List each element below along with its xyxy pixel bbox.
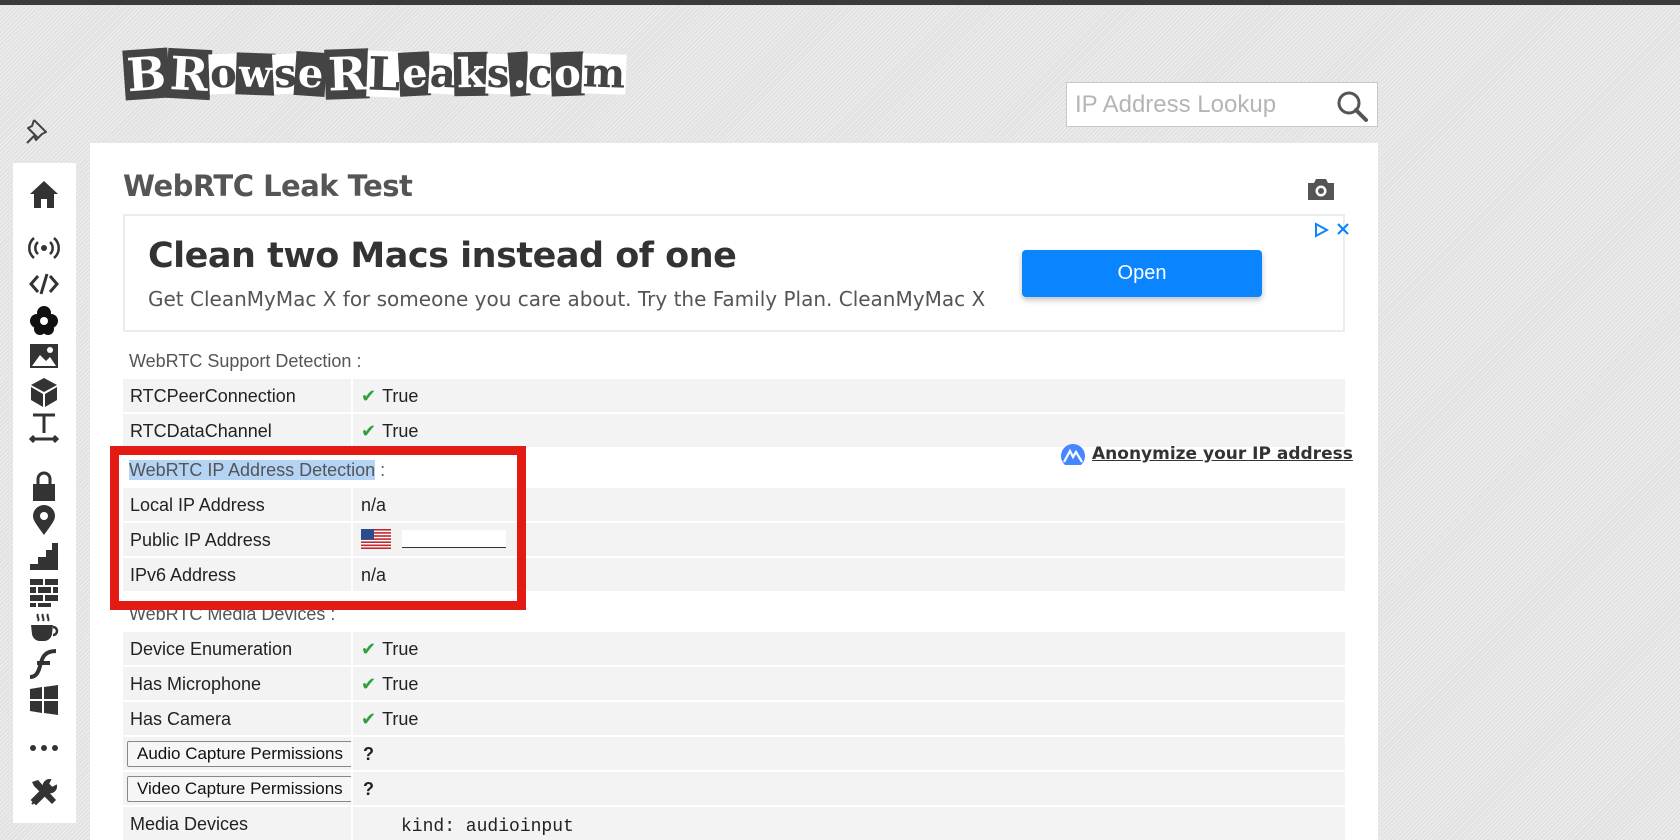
table-row: Device Enumeration ✔ True <box>123 632 1345 665</box>
ad-title: Clean two Macs instead of one <box>148 236 737 276</box>
ad-close-icon[interactable] <box>1335 221 1351 237</box>
video-capture-permissions-button[interactable]: Video Capture Permissions <box>127 776 353 802</box>
stairs-icon[interactable] <box>27 539 61 573</box>
text-size-icon[interactable] <box>27 411 61 445</box>
location-pin-icon[interactable] <box>27 503 61 537</box>
permission-status: ? <box>363 744 374 764</box>
site-logo[interactable]: B R o w s e R L e a k s . c o m <box>122 32 644 116</box>
row-value: True <box>382 639 419 659</box>
ad-choices-icon[interactable] <box>1313 222 1330 238</box>
anonymize-link[interactable]: Anonymize your IP address <box>1060 443 1353 465</box>
flash-icon[interactable] <box>27 647 61 681</box>
camera-icon[interactable] <box>1306 175 1336 203</box>
vpn-logo-icon <box>1061 444 1085 465</box>
check-icon: ✔ <box>361 386 377 406</box>
table-row: Has Camera ✔ True <box>123 702 1345 735</box>
highlight-box <box>110 446 526 610</box>
row-value: True <box>382 386 419 406</box>
table-row: Audio Capture Permissions ? <box>123 737 1345 770</box>
row-label: Has Camera <box>130 709 232 729</box>
row-label: RTCDataChannel <box>130 421 272 441</box>
table-row: RTCPeerConnection ✔ True <box>123 379 1345 412</box>
code-icon[interactable] <box>27 267 61 301</box>
check-icon: ✔ <box>361 421 377 441</box>
cube-icon[interactable] <box>27 375 61 409</box>
row-value: True <box>382 421 419 441</box>
row-label: Has Microphone <box>130 674 262 694</box>
row-value: True <box>382 674 419 694</box>
home-icon[interactable] <box>27 177 61 211</box>
flower-icon[interactable] <box>27 303 61 337</box>
pin-icon[interactable] <box>22 116 56 150</box>
row-label: Media Devices <box>130 814 249 834</box>
image-icon[interactable] <box>27 339 61 373</box>
tools-icon[interactable] <box>27 775 61 809</box>
table-row: Media Devices kind: audioinput <box>123 807 1345 840</box>
row-label: RTCPeerConnection <box>130 386 296 406</box>
windows-icon[interactable] <box>27 683 61 717</box>
row-label: Device Enumeration <box>130 639 293 659</box>
ip-lookup-input[interactable] <box>1067 90 1317 119</box>
support-heading: WebRTC Support Detection : <box>129 351 362 371</box>
permission-status: ? <box>363 779 374 799</box>
ad-text: Get CleanMyMac X for someone you care ab… <box>148 287 986 311</box>
sidebar <box>13 163 76 823</box>
ad-banner: Clean two Macs instead of one Get CleanM… <box>123 214 1349 332</box>
broadcast-icon[interactable] <box>27 231 61 265</box>
page-title: WebRTC Leak Test <box>123 169 413 203</box>
table-row: Video Capture Permissions ? <box>123 772 1345 805</box>
check-icon: ✔ <box>361 674 377 694</box>
bricks-icon[interactable] <box>27 575 61 609</box>
row-value: True <box>382 709 419 729</box>
search-icon[interactable] <box>1335 89 1369 123</box>
more-icon[interactable] <box>27 731 61 765</box>
check-icon: ✔ <box>361 709 377 729</box>
java-cup-icon[interactable] <box>27 611 61 645</box>
lock-icon[interactable] <box>27 469 61 503</box>
row-value: kind: audioinput <box>401 817 574 837</box>
table-row: Has Microphone ✔ True <box>123 667 1345 700</box>
ip-lookup-search <box>1066 82 1378 127</box>
check-icon: ✔ <box>361 639 377 659</box>
ad-open-button[interactable]: Open <box>1022 250 1262 297</box>
audio-capture-permissions-button[interactable]: Audio Capture Permissions <box>127 741 353 767</box>
window-top-bar <box>0 0 1680 5</box>
